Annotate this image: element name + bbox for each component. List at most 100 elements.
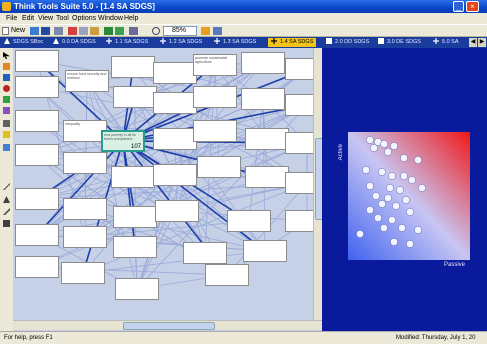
group-icon[interactable] [3, 96, 10, 103]
tab-1-2-sa-sdgs[interactable]: 1.2 SA SDGS [160, 38, 202, 47]
diagram-node[interactable] [245, 166, 289, 188]
horizontal-scrollbar[interactable] [13, 320, 322, 330]
diagram-node[interactable]: promote sustainable agriculture [193, 54, 237, 76]
tab-scroll-left-icon[interactable]: ◀ [469, 38, 477, 47]
diagram-node[interactable] [193, 86, 237, 108]
matrix-point[interactable] [400, 154, 408, 162]
diagram-node[interactable] [183, 242, 227, 264]
matrix-point[interactable] [380, 224, 388, 232]
tab-2-0-dd-sdgs[interactable]: 2.0 DD SDGS [326, 38, 369, 47]
diagram-node[interactable] [15, 188, 59, 210]
diagram-node[interactable] [63, 152, 107, 174]
diagram-node[interactable] [153, 128, 197, 150]
matrix-point[interactable] [406, 208, 414, 216]
menu-help[interactable]: Help [124, 13, 138, 24]
matrix-point[interactable] [390, 238, 398, 246]
tab-1-4-sa-sdgs[interactable]: 1.4 SA SDGS [268, 38, 317, 47]
redo-icon[interactable] [115, 27, 124, 35]
diagram-node[interactable] [193, 120, 237, 142]
diagram-node[interactable] [113, 206, 157, 228]
selected-node[interactable]: end poverty in all its forms everywhere 1… [101, 130, 145, 152]
diagram-node[interactable] [227, 210, 271, 232]
diagram-node[interactable] [15, 256, 59, 278]
matrix-point[interactable] [418, 184, 426, 192]
link-tool-icon[interactable] [3, 74, 10, 81]
matrix-point[interactable] [402, 196, 410, 204]
matrix-point[interactable] [370, 144, 378, 152]
diagram-node[interactable] [153, 164, 197, 186]
box-icon[interactable] [3, 220, 10, 227]
undo-icon[interactable] [104, 27, 113, 35]
matrix-point[interactable] [408, 176, 416, 184]
matrix-point[interactable] [384, 148, 392, 156]
matrix-point[interactable] [392, 202, 400, 210]
matrix-point[interactable] [366, 206, 374, 214]
diagram-node[interactable] [15, 50, 59, 72]
diagram-node[interactable] [113, 86, 157, 108]
matrix-point[interactable] [390, 142, 398, 150]
diagram-node[interactable] [111, 166, 155, 188]
matrix-point[interactable] [378, 200, 386, 208]
matrix-point[interactable] [396, 186, 404, 194]
diagram-node[interactable] [197, 156, 241, 178]
tab-0-0-da-sdgs[interactable]: 0.0 DA SDGS [53, 38, 96, 47]
matrix-point[interactable] [372, 192, 380, 200]
matrix-point[interactable] [374, 214, 382, 222]
tab-5-0-sa[interactable]: 5.0 SA [433, 38, 459, 47]
diagram-node[interactable] [15, 144, 59, 166]
menu-view[interactable]: View [38, 13, 53, 24]
style-icon[interactable] [3, 107, 10, 114]
highlight-icon[interactable] [3, 131, 10, 138]
pointer-icon[interactable] [3, 52, 10, 59]
tab-3-0-de-sdgs[interactable]: 3.0 DE SDGS [378, 38, 421, 47]
matrix-point[interactable] [388, 172, 396, 180]
matrix-point[interactable] [366, 136, 374, 144]
node-tool-icon[interactable] [3, 63, 10, 70]
diagram-node[interactable] [241, 52, 285, 74]
matrix-point[interactable] [414, 156, 422, 164]
matrix-point[interactable] [388, 216, 396, 224]
pen-icon[interactable] [3, 208, 10, 215]
star-icon[interactable] [201, 27, 210, 35]
active-passive-matrix[interactable] [348, 132, 470, 260]
cut-icon[interactable] [68, 27, 77, 35]
diagram-node[interactable] [61, 262, 105, 284]
zoom-select[interactable]: 85% [163, 26, 197, 36]
menu-window[interactable]: Window [98, 13, 123, 24]
diagram-node[interactable]: ensure food security and nutrition [65, 70, 109, 92]
tab-1-1-sa-sdgs[interactable]: 1.1 SA SDGS [106, 38, 148, 47]
minimize-button[interactable]: _ [453, 1, 464, 12]
diagram-node[interactable] [113, 236, 157, 258]
copy-icon[interactable] [79, 27, 88, 35]
matrix-point[interactable] [366, 182, 374, 190]
diagram-node[interactable] [205, 264, 249, 286]
diagram-node[interactable] [15, 224, 59, 246]
matrix-point[interactable] [386, 184, 394, 192]
diagram-node[interactable] [153, 92, 197, 114]
diagram-node[interactable] [63, 226, 107, 248]
help-icon[interactable] [213, 27, 222, 35]
line-icon[interactable] [3, 183, 10, 190]
diagram-node[interactable] [241, 88, 285, 110]
filter-icon[interactable] [3, 144, 10, 151]
print-icon[interactable] [54, 27, 63, 35]
tab-sdgs-sboc[interactable]: SDGS SBoc [4, 38, 43, 47]
tab-1-3-sa-sdgs[interactable]: 1.3 SA SDGS [214, 38, 256, 47]
save-icon[interactable] [41, 27, 50, 35]
record-icon[interactable] [3, 85, 10, 92]
diagram-node[interactable] [111, 56, 155, 78]
open-icon[interactable] [30, 27, 39, 35]
layout-icon[interactable] [3, 120, 10, 127]
diagram-node[interactable] [245, 128, 289, 150]
matrix-point[interactable] [400, 172, 408, 180]
matrix-point[interactable] [398, 224, 406, 232]
diagram-node[interactable] [155, 200, 199, 222]
diagram-node[interactable] [63, 198, 107, 220]
tab-scroll-right-icon[interactable]: ▶ [478, 38, 486, 47]
new-button[interactable]: New [2, 26, 25, 36]
matrix-point[interactable] [356, 230, 364, 238]
matrix-point[interactable] [414, 226, 422, 234]
scroll-thumb[interactable] [123, 322, 215, 330]
matrix-point[interactable] [384, 194, 392, 202]
link-icon[interactable] [129, 27, 138, 35]
